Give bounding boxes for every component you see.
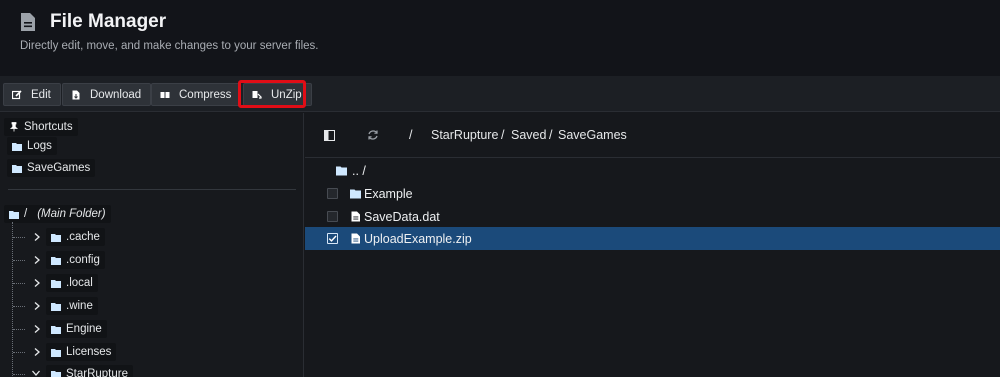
file-name: UploadExample.zip [364,231,472,246]
file-text-icon [351,233,360,244]
folder-icon [51,279,61,288]
folder-icon [336,166,347,176]
chevron-right-icon[interactable] [33,256,41,264]
tree-connector [13,306,25,307]
folder-icon [51,325,61,334]
tree-item-starrupture[interactable]: StarRupture [46,365,134,377]
file-row[interactable]: SaveData.dat [305,205,1000,228]
tree-item-wine[interactable]: .wine [46,297,98,315]
tree-root-label: / [24,208,28,220]
page-title: File Manager [50,11,167,32]
file-text-icon [351,211,360,222]
download-button[interactable]: Download [62,83,152,106]
chevron-right-icon[interactable] [33,279,41,287]
parent-directory-label: .. / [352,163,366,178]
sidebar: Shortcuts Logs SaveGames / (Main Folder)… [0,113,304,377]
tree-connector [13,237,25,238]
shortcut-logs[interactable]: Logs [7,137,57,155]
chevron-right-icon[interactable] [33,325,41,333]
path-bar: / StarRupture / Saved / SaveGames [305,113,1000,158]
page-header: File Manager Directly edit, move, and ma… [0,0,1000,76]
compress-icon [160,91,170,98]
row-checkbox[interactable] [327,188,338,199]
unzip-highlight-box [238,80,306,108]
folder-open-icon [51,370,61,377]
row-checkbox[interactable] [327,211,338,222]
compress-button-label: Compress [179,88,232,101]
sidebar-divider [8,189,296,190]
folder-icon [350,189,361,199]
breadcrumb-root[interactable]: / [409,128,412,142]
breadcrumb-starrupture[interactable]: StarRupture [431,128,498,142]
tree-item-local[interactable]: .local [46,274,98,292]
folder-icon [51,233,61,242]
tree-item-licenses[interactable]: Licenses [46,343,117,361]
tree-item-label: .wine [66,300,93,312]
file-download-icon [72,90,80,99]
breadcrumb-saved[interactable]: Saved [511,128,546,142]
file-name: SaveData.dat [364,209,440,224]
file-row[interactable]: Example [305,182,1000,205]
tree-item-config[interactable]: .config [46,251,105,269]
edit-button[interactable]: Edit [3,83,61,106]
shortcuts-label: Shortcuts [24,121,73,133]
tree-connector [13,283,25,284]
tree-item-label: Licenses [66,346,112,358]
tree-root-note: (Main Folder) [37,208,106,220]
file-browser: / StarRupture / Saved / SaveGames .. / E… [305,113,1000,377]
sidebar-toggle-icon[interactable] [324,130,335,141]
folder-icon [51,348,61,357]
chevron-right-icon[interactable] [33,348,41,356]
shortcut-savegames[interactable]: SaveGames [7,159,96,177]
row-checkbox-checked[interactable] [327,233,338,244]
breadcrumb-separator: / [501,128,505,142]
folder-icon [12,142,22,151]
check-icon [328,235,337,242]
shortcuts-header: Shortcuts [4,118,78,136]
chevron-right-icon[interactable] [33,233,41,241]
parent-directory-row[interactable]: .. / [305,159,1000,182]
tree-guide-line [12,222,13,377]
folder-icon [51,302,61,311]
tree-connector [13,374,25,375]
tree-root[interactable]: / (Main Folder) [4,205,111,223]
tree-item-label: .cache [66,231,100,243]
shortcut-label: Logs [27,140,52,152]
tree-item-label: .local [66,277,93,289]
tree-item-cache[interactable]: .cache [46,228,105,246]
compress-button[interactable]: Compress [151,83,242,106]
tree-item-engine[interactable]: Engine [46,320,107,338]
page-subtitle: Directly edit, move, and make changes to… [20,40,319,52]
breadcrumb-savegames[interactable]: SaveGames [558,128,627,142]
file-row-selected[interactable]: UploadExample.zip [305,227,1000,250]
toolbar: Edit Download Compress UnZip [0,76,1000,112]
breadcrumb-separator: / [549,128,553,142]
folder-icon [12,164,22,173]
folder-icon [9,210,19,219]
file-icon [21,13,35,31]
tree-item-label: StarRupture [66,368,129,377]
pin-icon [9,122,19,132]
chevron-right-icon[interactable] [33,302,41,310]
tree-item-label: Engine [66,323,102,335]
tree-connector [13,260,25,261]
folder-icon [51,256,61,265]
tree-connector [13,352,25,353]
file-name: Example [364,186,413,201]
tree-connector [13,329,25,330]
chevron-down-icon[interactable] [32,369,40,377]
tree-item-label: .config [66,254,100,266]
shortcut-label: SaveGames [27,162,91,174]
download-button-label: Download [90,88,142,101]
edit-button-label: Edit [31,88,51,101]
refresh-icon[interactable] [367,129,379,141]
edit-icon [12,89,22,99]
